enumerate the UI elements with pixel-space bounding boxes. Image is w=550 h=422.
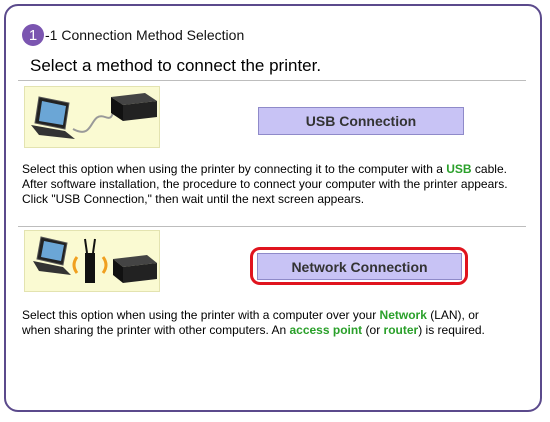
network-illustration — [24, 230, 160, 292]
divider — [18, 226, 526, 227]
divider — [18, 80, 526, 81]
laptop-icon — [31, 96, 75, 139]
usb-illustration — [24, 86, 160, 148]
printer-icon — [113, 255, 157, 283]
wireless-router-icon — [72, 238, 108, 283]
network-description: Select this option when using the printe… — [22, 308, 485, 337]
usb-connection-button[interactable]: USB Connection — [258, 107, 464, 135]
laptop-icon — [33, 236, 71, 275]
printer-icon — [111, 93, 157, 121]
page-subtitle: Select a method to connect the printer. — [30, 56, 322, 75]
step-title: -1 Connection Method Selection — [45, 27, 245, 43]
step-number-badge: 1 — [22, 24, 44, 46]
step-header: 1 -1 Connection Method Selection — [22, 22, 244, 48]
network-connection-button[interactable]: Network Connection — [257, 253, 462, 280]
usb-description: Select this option when using the printe… — [22, 162, 508, 206]
